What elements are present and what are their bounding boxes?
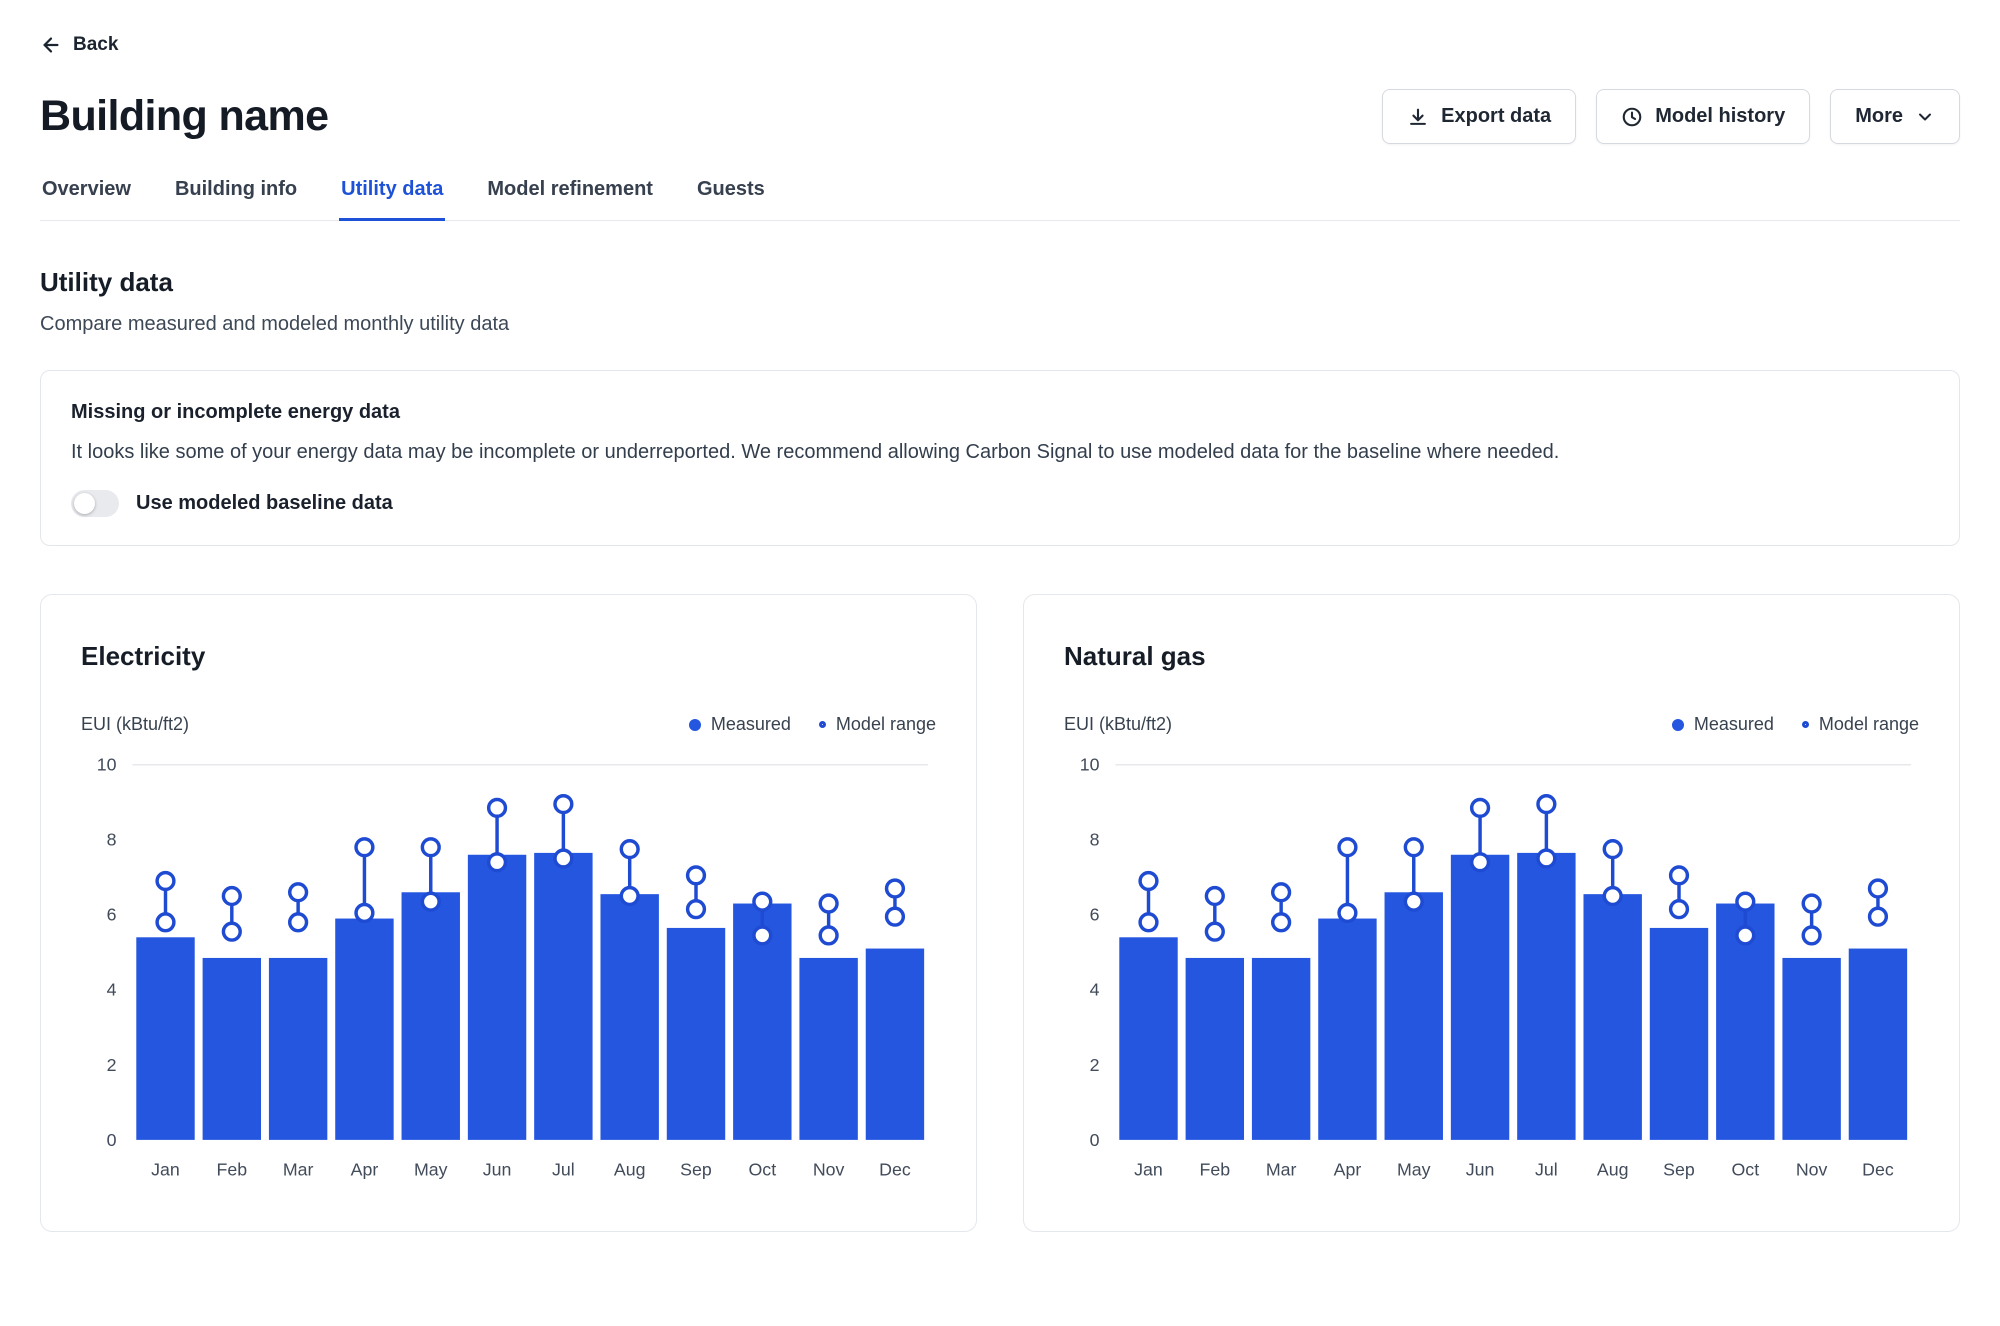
tab-building-info[interactable]: Building info bbox=[173, 178, 299, 221]
section-title: Utility data bbox=[40, 267, 1960, 298]
svg-text:Oct: Oct bbox=[748, 1159, 776, 1179]
legend-measured: Measured bbox=[689, 714, 791, 735]
svg-text:0: 0 bbox=[1090, 1130, 1100, 1150]
more-button[interactable]: More bbox=[1830, 89, 1960, 144]
charts-grid: Electricity EUI (kBtu/ft2) Measured Mode… bbox=[40, 594, 1960, 1232]
header-actions: Export data Model history More bbox=[1382, 89, 1960, 144]
svg-text:Jan: Jan bbox=[151, 1159, 180, 1179]
alert-body: It looks like some of your energy data m… bbox=[71, 441, 1929, 464]
legend-model-range: Model range bbox=[1802, 714, 1919, 735]
chart-card-electricity: Electricity EUI (kBtu/ft2) Measured Mode… bbox=[40, 594, 977, 1232]
model-range-circle-icon bbox=[1802, 721, 1809, 728]
clock-icon bbox=[1621, 106, 1643, 128]
page-header: Back Building name Export data Model his… bbox=[40, 34, 1960, 221]
legend-model-range: Model range bbox=[819, 714, 936, 735]
electricity-chart: 0 2 4 6 8 10 Jan Feb Mar Apr May Jun Jul Aug Sep Oct Nov… bbox=[81, 743, 936, 1209]
tab-bar: Overview Building info Utility data Model r… bbox=[40, 178, 1960, 221]
svg-text:Sep: Sep bbox=[680, 1159, 712, 1179]
legend-measured: Measured bbox=[1672, 714, 1774, 735]
svg-text:Nov: Nov bbox=[813, 1159, 845, 1179]
utility-data-section: Utility data Compare measured and modele… bbox=[40, 267, 1960, 1232]
svg-text:Apr: Apr bbox=[1334, 1159, 1362, 1179]
svg-text:4: 4 bbox=[107, 980, 117, 1000]
back-label: Back bbox=[73, 34, 118, 56]
svg-text:Sep: Sep bbox=[1663, 1159, 1695, 1179]
toggle-label: Use modeled baseline data bbox=[136, 492, 393, 515]
svg-text:Jan: Jan bbox=[1134, 1159, 1163, 1179]
page-title: Building name bbox=[40, 92, 328, 141]
svg-text:6: 6 bbox=[1090, 905, 1100, 925]
toggle-knob bbox=[74, 493, 95, 514]
svg-text:May: May bbox=[414, 1159, 448, 1179]
svg-text:2: 2 bbox=[107, 1055, 117, 1075]
y-axis-label: EUI (kBtu/ft2) bbox=[81, 714, 189, 735]
svg-text:Apr: Apr bbox=[351, 1159, 379, 1179]
tab-overview[interactable]: Overview bbox=[40, 178, 133, 221]
chevron-down-icon bbox=[1915, 107, 1935, 127]
svg-text:8: 8 bbox=[1090, 830, 1100, 850]
chart-legend: Measured Model range bbox=[1672, 714, 1919, 735]
svg-text:Dec: Dec bbox=[879, 1159, 911, 1179]
y-axis-label: EUI (kBtu/ft2) bbox=[1064, 714, 1172, 735]
missing-data-alert: Missing or incomplete energy data It loo… bbox=[40, 370, 1960, 546]
tab-guests[interactable]: Guests bbox=[695, 178, 767, 221]
svg-text:6: 6 bbox=[107, 905, 117, 925]
svg-text:2: 2 bbox=[1090, 1055, 1100, 1075]
export-data-button[interactable]: Export data bbox=[1382, 89, 1576, 144]
svg-text:Aug: Aug bbox=[1597, 1159, 1629, 1179]
measured-dot-icon bbox=[689, 719, 701, 731]
measured-dot-icon bbox=[1672, 719, 1684, 731]
svg-text:10: 10 bbox=[97, 755, 117, 775]
chart-legend: Measured Model range bbox=[689, 714, 936, 735]
svg-text:Dec: Dec bbox=[1862, 1159, 1894, 1179]
svg-text:Mar: Mar bbox=[1266, 1159, 1297, 1179]
svg-text:Aug: Aug bbox=[614, 1159, 646, 1179]
svg-text:Jun: Jun bbox=[483, 1159, 512, 1179]
svg-text:4: 4 bbox=[1090, 980, 1100, 1000]
tab-utility-data[interactable]: Utility data bbox=[339, 178, 445, 221]
svg-text:Feb: Feb bbox=[217, 1159, 248, 1179]
svg-text:Feb: Feb bbox=[1200, 1159, 1231, 1179]
natural-gas-chart: 0 2 4 6 8 10 Jan Feb Mar Apr May Jun Jul Aug Sep Oct Nov… bbox=[1064, 743, 1919, 1209]
back-button[interactable]: Back bbox=[40, 34, 118, 56]
svg-text:Oct: Oct bbox=[1731, 1159, 1759, 1179]
chart-card-natural-gas: Natural gas EUI (kBtu/ft2) Measured Mode… bbox=[1023, 594, 1960, 1232]
model-history-button[interactable]: Model history bbox=[1596, 89, 1810, 144]
chart-title: Natural gas bbox=[1064, 641, 1919, 672]
model-range-circle-icon bbox=[819, 721, 826, 728]
svg-text:0: 0 bbox=[107, 1130, 117, 1150]
svg-text:Mar: Mar bbox=[283, 1159, 314, 1179]
svg-text:May: May bbox=[1397, 1159, 1431, 1179]
svg-text:10: 10 bbox=[1080, 755, 1100, 775]
svg-text:Jul: Jul bbox=[552, 1159, 575, 1179]
svg-text:Nov: Nov bbox=[1796, 1159, 1828, 1179]
download-icon bbox=[1407, 106, 1429, 128]
alert-title: Missing or incomplete energy data bbox=[71, 401, 1929, 424]
section-subtitle: Compare measured and modeled monthly uti… bbox=[40, 313, 1960, 336]
svg-text:Jun: Jun bbox=[1466, 1159, 1495, 1179]
use-modeled-baseline-toggle[interactable] bbox=[71, 490, 119, 517]
svg-text:Jul: Jul bbox=[1535, 1159, 1558, 1179]
back-arrow-icon bbox=[40, 34, 62, 56]
svg-text:8: 8 bbox=[107, 830, 117, 850]
chart-title: Electricity bbox=[81, 641, 936, 672]
tab-model-refinement[interactable]: Model refinement bbox=[485, 178, 655, 221]
